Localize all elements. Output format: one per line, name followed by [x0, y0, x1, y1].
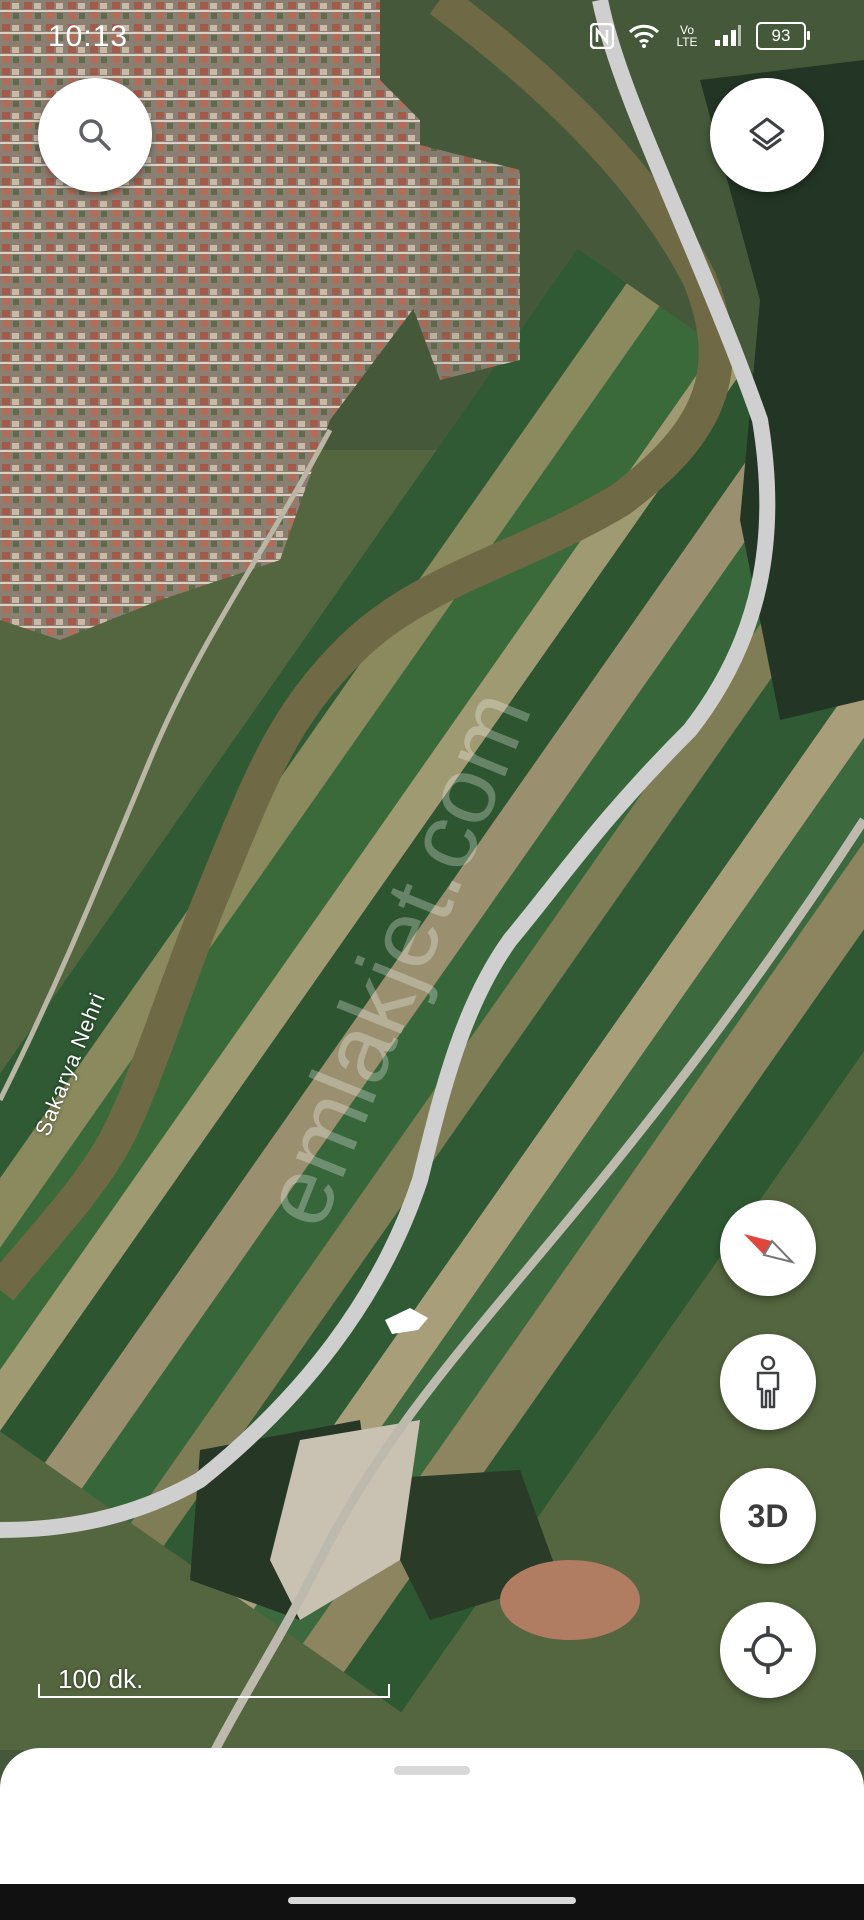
- system-nav-bar: [0, 1884, 864, 1920]
- excavation-area: [500, 1560, 640, 1640]
- sheet-drag-handle[interactable]: [394, 1766, 470, 1775]
- status-bar: 10:13 Vo LTE 93: [0, 0, 864, 78]
- status-time: 10:13: [48, 20, 129, 53]
- search-icon: [79, 119, 111, 151]
- compass-icon: [743, 1234, 796, 1264]
- home-gesture-bar[interactable]: [288, 1897, 576, 1904]
- status-icons: Vo LTE 93: [590, 22, 810, 50]
- scale-bar: 100 dk.: [38, 1664, 390, 1698]
- scale-line: [38, 1684, 390, 1698]
- my-location-icon: [744, 1626, 792, 1674]
- wifi-icon: [628, 24, 660, 48]
- search-button[interactable]: [38, 78, 152, 192]
- pegman-icon: [756, 1355, 780, 1409]
- 3d-label: 3D: [747, 1497, 789, 1534]
- layers-button[interactable]: [710, 78, 824, 192]
- street-view-button[interactable]: [720, 1334, 816, 1430]
- compass-button[interactable]: [720, 1200, 816, 1296]
- layers-icon: [749, 117, 785, 151]
- my-location-button[interactable]: [720, 1602, 816, 1698]
- signal-icon: [715, 25, 741, 46]
- volte-icon: Vo LTE: [676, 23, 698, 49]
- nfc-icon: [590, 23, 614, 49]
- 3d-button[interactable]: 3D: [720, 1468, 816, 1564]
- battery-icon: 93: [756, 22, 810, 50]
- bottom-sheet[interactable]: [0, 1748, 864, 1884]
